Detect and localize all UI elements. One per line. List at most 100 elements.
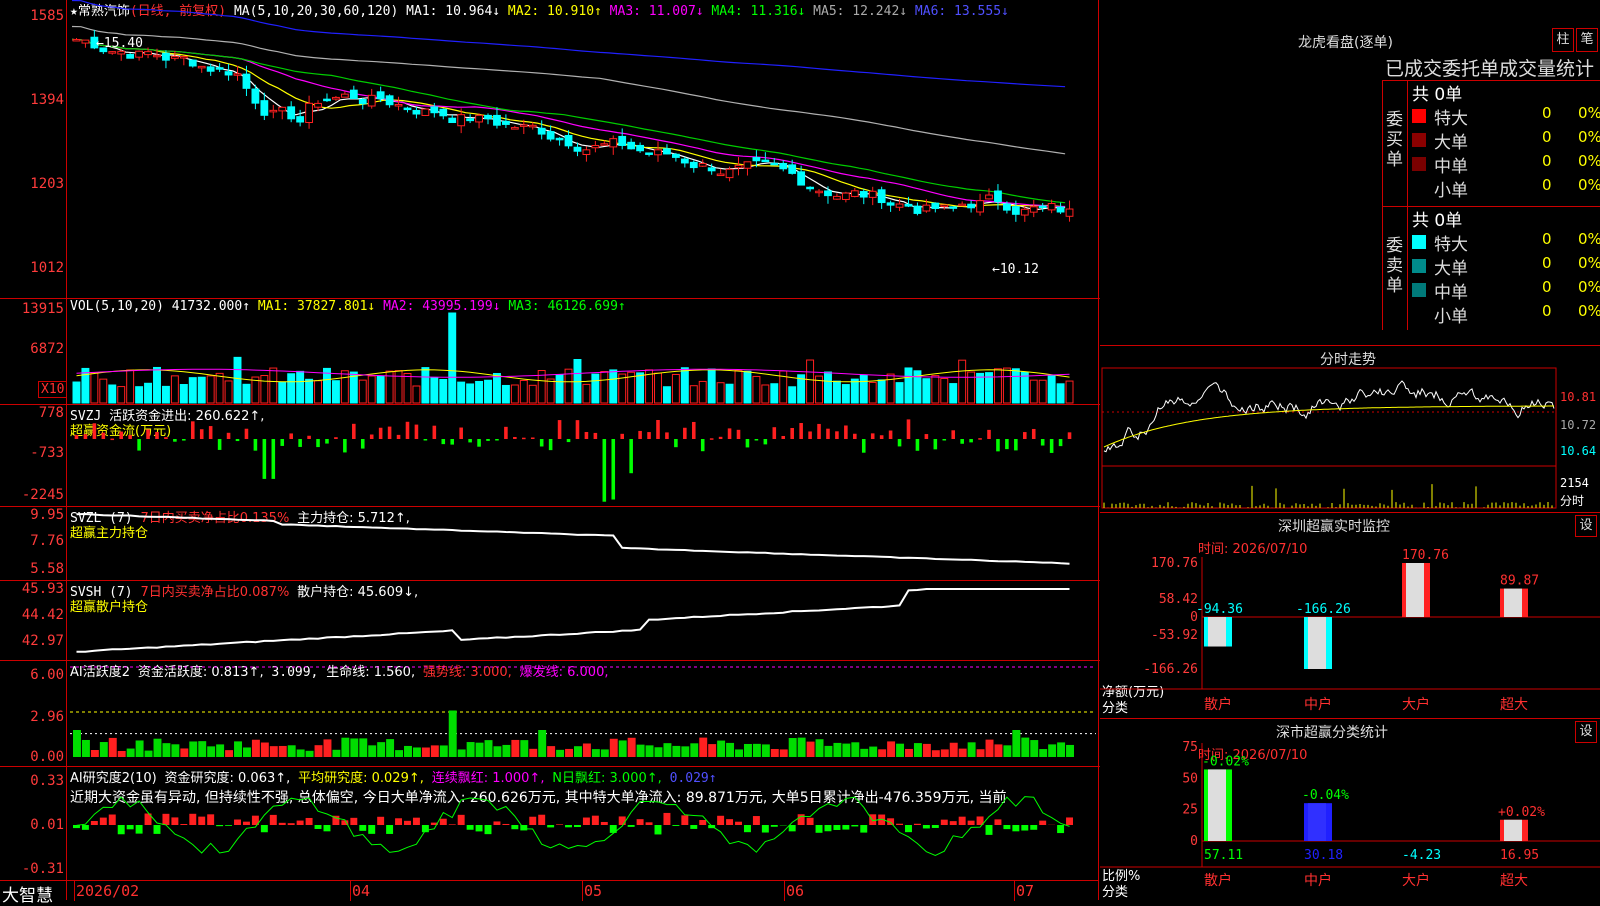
candle-up	[520, 125, 527, 127]
ai1-bar	[332, 750, 340, 757]
class-bar-bottom-label: 57.11	[1204, 848, 1243, 863]
svzj-bar-positive	[531, 437, 535, 439]
ai1-bar	[377, 742, 385, 757]
svzj-chart[interactable]	[0, 405, 1098, 507]
class-bar-bottom-label: 16.95	[1500, 848, 1539, 863]
svzj-bar-positive	[102, 433, 106, 439]
intraday-chart[interactable]	[1100, 346, 1600, 513]
svzl-chart[interactable]	[0, 507, 1098, 581]
svzj-bar-positive	[459, 428, 463, 439]
tab-bar-button[interactable]: 柱	[1552, 28, 1574, 52]
class-bar-bottom-label: -4.23	[1402, 848, 1441, 863]
ai1-bar	[315, 745, 323, 757]
vol-chart[interactable]	[0, 299, 1098, 405]
svsh-pane[interactable]: SVSH (7) 7日内买卖净占比0.087% 散户持仓: 45.609↓, 超…	[0, 580, 1100, 661]
svzj-bar-positive	[245, 429, 249, 439]
candle-up	[842, 193, 849, 199]
svzj-bar-negative	[674, 439, 678, 447]
candle-down	[485, 115, 492, 118]
svzj-bar-positive	[907, 419, 911, 439]
vol-bar	[825, 372, 832, 403]
sell-row-name: 特大	[1434, 230, 1468, 255]
svzj-bar-negative	[1005, 439, 1009, 449]
ai1-bar	[270, 746, 278, 757]
ai2-line	[77, 797, 1070, 856]
svzj-bar-positive	[692, 422, 696, 439]
svsh-chart[interactable]	[0, 581, 1098, 661]
vol-bar	[592, 374, 599, 403]
ai2-bar-negative	[547, 825, 554, 827]
tab-pen-button[interactable]: 笔	[1576, 28, 1598, 52]
ai1-pane[interactable]: AI活跃度2 资金活跃度: 0.813↑, 3.099, 生命线: 1.560,…	[0, 660, 1100, 767]
candle-up	[458, 115, 465, 126]
ai2-bar-positive	[968, 821, 975, 825]
ai2-bar-positive	[1066, 817, 1073, 825]
ai1-chart[interactable]	[0, 661, 1098, 767]
monitor-panel[interactable]: 深圳超赢实时监控 设 时间: 2026/07/10 净额(万元) 分类 170.…	[1100, 512, 1600, 719]
candle-up	[422, 109, 429, 115]
ai2-pane[interactable]: AI研究度2(10) 资金研究度: 0.063↑, 平均研究度: 0.029↑,…	[0, 766, 1100, 881]
svzj-bar-negative	[862, 439, 866, 453]
class-axis-tick: 50	[1182, 771, 1198, 786]
class-panel[interactable]: 深市超赢分类统计 设 时间: 2026/07/10 比例% 分类 7550250…	[1100, 718, 1600, 901]
svzj-bar-positive	[227, 433, 231, 439]
candle-down	[350, 90, 357, 98]
ai2-bar-negative	[905, 825, 912, 832]
ai1-bar	[216, 744, 224, 757]
ai1-bar	[833, 743, 841, 757]
svzj-bar-positive	[397, 435, 401, 439]
candle-down	[681, 159, 688, 163]
candle-down	[216, 68, 223, 70]
ai1-bar	[252, 740, 260, 757]
ai1-bar	[896, 744, 904, 757]
sell-row-name: 大单	[1434, 254, 1468, 279]
candle-up	[234, 74, 241, 76]
vol-bar	[404, 374, 411, 403]
ai2-bar-negative	[368, 825, 375, 834]
ai1-bar	[404, 746, 412, 757]
svzj-bar-positive	[370, 435, 374, 439]
ai2-bar-positive	[735, 822, 742, 825]
buy-color-swatch	[1412, 133, 1426, 147]
ai1-bar	[73, 730, 81, 757]
ai2-bar-negative	[565, 825, 572, 827]
ai1-bar	[520, 740, 528, 757]
ai2-bar-positive	[100, 818, 107, 825]
sell-row-count: 0	[1542, 230, 1552, 248]
svzj-pane[interactable]: SVZJ 活跃资金进出: 260.622↑, 超赢资金流(万元) 778 -73…	[0, 404, 1100, 507]
svzj-bar-positive	[844, 425, 848, 439]
ai1-bar	[914, 743, 922, 757]
ai1-bar	[941, 749, 949, 757]
stat-divider-side	[1407, 80, 1408, 330]
candle-down	[1004, 204, 1011, 210]
class-chart[interactable]: 7550250-0.02%57.11散户-0.04%30.18中户-4.23大户…	[1100, 719, 1600, 901]
ai1-bar	[493, 746, 501, 757]
intraday-panel[interactable]: 分时走势 10.81 10.72 10.64 2154 分时	[1100, 345, 1600, 513]
vol-bar	[431, 378, 438, 403]
ai2-bar-positive	[234, 820, 241, 825]
ai2-bar-positive	[807, 818, 814, 825]
svzl-pane[interactable]: SVZL (7) 7日内买卖净占比0.135% 主力持仓: 5.712↑, 超赢…	[0, 506, 1100, 581]
ai1-bar	[440, 745, 448, 757]
intraday-price-line	[1104, 381, 1554, 452]
svzj-bar-negative	[1050, 439, 1054, 453]
kline-chart[interactable]	[0, 0, 1098, 298]
svzj-bar-positive	[334, 437, 338, 439]
ai2-bar-positive	[699, 820, 706, 825]
ai2-chart[interactable]	[0, 767, 1098, 881]
candle-up	[73, 39, 80, 41]
candle-down	[494, 115, 501, 125]
ai1-bar	[994, 744, 1002, 757]
class-category-label: 中户	[1304, 872, 1332, 889]
vol-pane[interactable]: VOL(5,10,20) 41732.000↑ MA1: 37827.801↓ …	[0, 298, 1100, 405]
svzj-bar-negative	[477, 439, 481, 447]
svzj-bar-negative	[280, 439, 284, 446]
buy-color-swatch	[1412, 109, 1426, 123]
svzj-bar-positive	[978, 438, 982, 440]
kline-pane[interactable]: ★常熟汽饰(日线, 前复权) MA(5,10,20,30,60,120) MA1…	[0, 0, 1098, 298]
monitor-chart[interactable]: 170.7658.420-53.92-166.26-94.36散户-166.26…	[1100, 513, 1600, 719]
ai2-bar-negative	[860, 825, 867, 833]
ai2-bar-positive	[404, 821, 411, 825]
svzj-bar-positive	[1023, 432, 1027, 439]
svzj-bar-negative	[934, 439, 938, 449]
